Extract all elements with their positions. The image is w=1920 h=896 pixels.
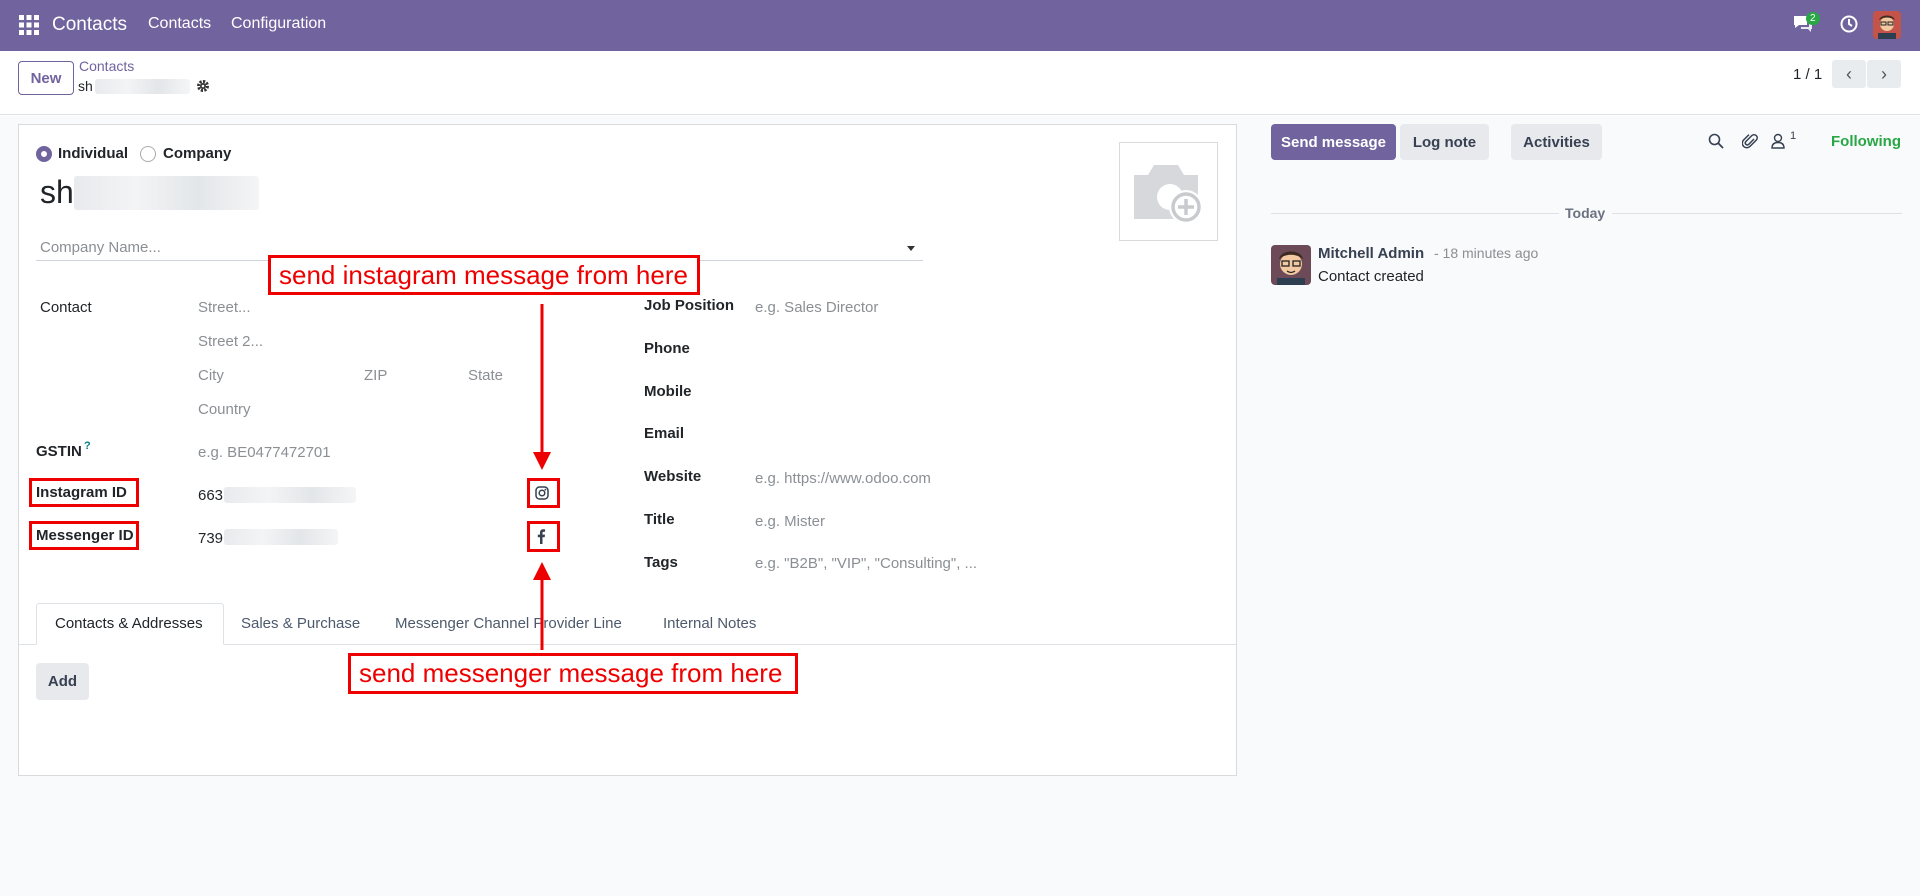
message-author[interactable]: Mitchell Admin <box>1318 245 1424 262</box>
messenger-annotation: send messenger message from here <box>348 653 798 694</box>
activities-button[interactable]: Activities <box>1511 124 1602 160</box>
followers-count: 1 <box>1790 130 1797 142</box>
send-message-button[interactable]: Send message <box>1271 124 1396 160</box>
author-avatar <box>1271 245 1311 285</box>
paperclip-icon[interactable] <box>1741 132 1758 150</box>
date-separator-line-left <box>1271 213 1559 214</box>
message-time: - 18 minutes ago <box>1434 245 1539 261</box>
followers-icon[interactable] <box>1771 133 1785 149</box>
date-separator: Today <box>1565 205 1606 221</box>
log-note-button[interactable]: Log note <box>1400 124 1489 160</box>
instagram-annotation: send instagram message from here <box>268 255 700 295</box>
annotation-arrows <box>533 304 551 650</box>
search-icon[interactable] <box>1708 133 1724 149</box>
date-separator-line-right <box>1612 213 1902 214</box>
message-body: Contact created <box>1318 268 1424 285</box>
following-button[interactable]: Following <box>1831 133 1901 150</box>
